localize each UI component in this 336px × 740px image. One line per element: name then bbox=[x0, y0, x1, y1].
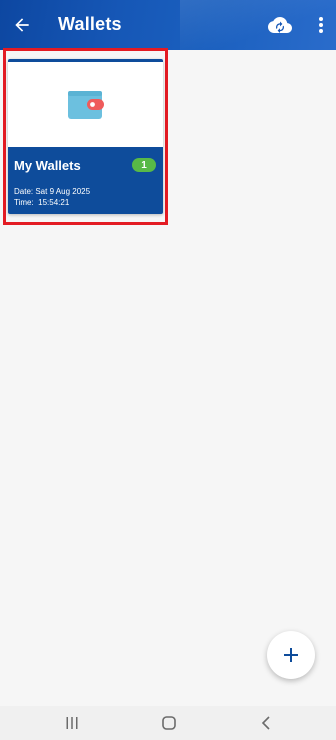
arrow-left-icon bbox=[15, 18, 29, 32]
page-title: Wallets bbox=[58, 14, 122, 34]
recents-icon bbox=[66, 717, 78, 729]
app-bar: Wallets bbox=[0, 0, 336, 50]
more-vertical-icon bbox=[319, 17, 323, 33]
system-nav-bar bbox=[0, 706, 336, 740]
wallet-date: Date: Sat 9 Aug 2025 bbox=[14, 187, 91, 196]
wallet-name: My Wallets bbox=[14, 158, 81, 173]
nav-back-button[interactable] bbox=[251, 712, 281, 734]
home-button[interactable] bbox=[154, 712, 184, 734]
wallet-card[interactable]: My Wallets 1 Date: Sat 9 Aug 2025 Time: … bbox=[8, 59, 163, 214]
home-icon bbox=[162, 716, 176, 730]
wallet-card-image bbox=[8, 62, 163, 147]
more-options-button[interactable] bbox=[312, 12, 330, 38]
wallet-time: Time: 15:54:21 bbox=[14, 198, 70, 207]
back-button[interactable] bbox=[6, 8, 38, 42]
cloud-sync-button[interactable] bbox=[266, 12, 294, 38]
cloud-sync-icon bbox=[268, 17, 292, 33]
wallet-count-badge: 1 bbox=[132, 158, 156, 172]
back-chevron-icon bbox=[261, 716, 270, 730]
plus-icon bbox=[284, 648, 298, 662]
add-wallet-button[interactable] bbox=[267, 631, 315, 679]
wallet-icon bbox=[67, 90, 104, 119]
recents-button[interactable] bbox=[57, 712, 87, 734]
